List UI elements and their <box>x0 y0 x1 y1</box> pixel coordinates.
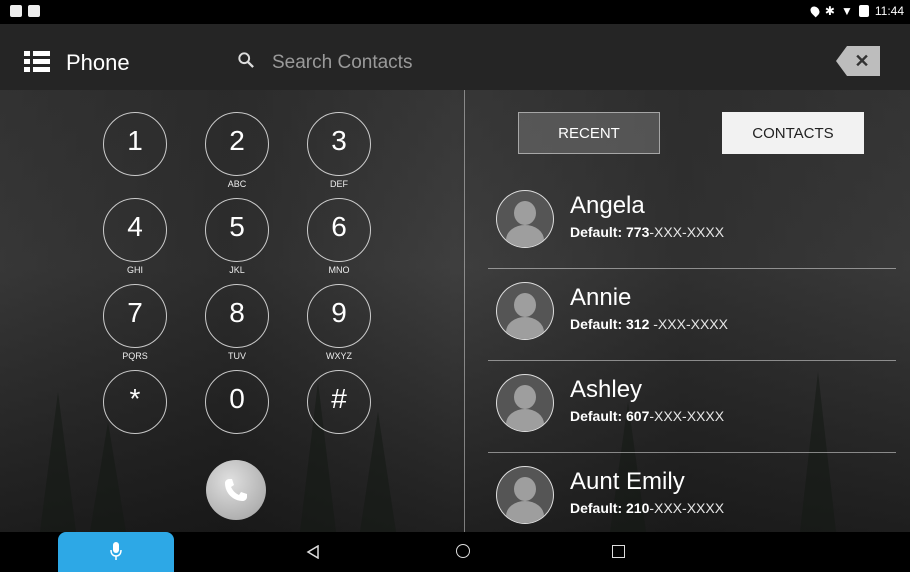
location-icon <box>808 4 822 18</box>
contact-number: Default: 312 -XXX-XXXX <box>570 316 728 332</box>
avatar <box>496 374 554 432</box>
system-icons: ✱ ▼ 11:44 <box>808 4 904 18</box>
contact-item[interactable]: Angela Default: 773-XXX-XXXX <box>488 182 896 274</box>
call-button[interactable] <box>206 460 266 520</box>
main-content: 1 2 ABC 3 DEF 4 GHI 5 JKL 6 MNO 7 PQRS 8… <box>0 90 910 532</box>
contact-name: Ashley <box>570 376 643 403</box>
menu-icon[interactable] <box>24 51 50 73</box>
wifi-icon: ▼ <box>840 4 853 18</box>
contact-number: Default: 607-XXX-XXXX <box>570 408 725 424</box>
contact-number: Default: 210-XXX-XXXX <box>570 500 725 516</box>
dial-key-9[interactable]: 9 WXYZ <box>307 284 371 361</box>
close-icon: ✕ <box>854 50 870 71</box>
background-tree <box>40 392 76 532</box>
voice-button[interactable] <box>58 532 174 572</box>
contact-item[interactable]: Annie Default: 312 -XXX-XXXX <box>488 274 896 366</box>
back-icon[interactable] <box>306 545 320 559</box>
search-input[interactable] <box>272 50 492 76</box>
phone-app-screen: ✱ ▼ 11:44 Phone ✕ 1 <box>0 0 910 572</box>
notification-icon <box>10 5 22 17</box>
avatar <box>496 190 554 248</box>
dial-key-3[interactable]: 3 DEF <box>307 112 371 189</box>
list-divider <box>488 452 896 453</box>
dial-key-star[interactable]: * <box>103 370 167 434</box>
clock: 11:44 <box>874 4 904 18</box>
tab-contacts[interactable]: CONTACTS <box>722 112 864 154</box>
contact-name: Annie <box>570 284 632 311</box>
dial-key-1[interactable]: 1 <box>103 112 167 176</box>
dial-key-0[interactable]: 0 <box>205 370 269 434</box>
search-icon <box>238 52 254 68</box>
contact-name: Aunt Emily <box>570 468 685 495</box>
dial-key-2[interactable]: 2 ABC <box>205 112 269 189</box>
pane-divider <box>464 90 465 532</box>
bluetooth-icon: ✱ <box>824 4 835 18</box>
navigation-bar <box>0 532 910 572</box>
battery-icon <box>858 5 869 17</box>
home-icon[interactable] <box>456 544 470 558</box>
dial-key-5[interactable]: 5 JKL <box>205 198 269 275</box>
avatar <box>496 466 554 524</box>
dial-key-8[interactable]: 8 TUV <box>205 284 269 361</box>
contact-name: Angela <box>570 192 645 219</box>
list-divider <box>488 268 896 269</box>
avatar <box>496 282 554 340</box>
contact-item[interactable]: Ashley Default: 607-XXX-XXXX <box>488 366 896 458</box>
dial-key-7[interactable]: 7 PQRS <box>103 284 167 361</box>
background-tree <box>360 412 396 532</box>
notification-icon <box>28 5 40 17</box>
phone-icon <box>225 479 247 501</box>
app-bar: Phone <box>0 24 910 90</box>
contact-number: Default: 773-XXX-XXXX <box>570 224 725 240</box>
dial-key-hash[interactable]: # <box>307 370 371 434</box>
recents-icon[interactable] <box>612 545 625 558</box>
dial-key-4[interactable]: 4 GHI <box>103 198 167 275</box>
notification-icons <box>10 5 40 17</box>
background-tree <box>90 422 126 532</box>
list-divider <box>488 360 896 361</box>
microphone-icon <box>110 542 122 560</box>
status-bar: ✱ ▼ 11:44 <box>0 0 910 24</box>
app-title: Phone <box>66 50 130 75</box>
tab-recent[interactable]: RECENT <box>518 112 660 154</box>
dial-key-6[interactable]: 6 MNO <box>307 198 371 275</box>
